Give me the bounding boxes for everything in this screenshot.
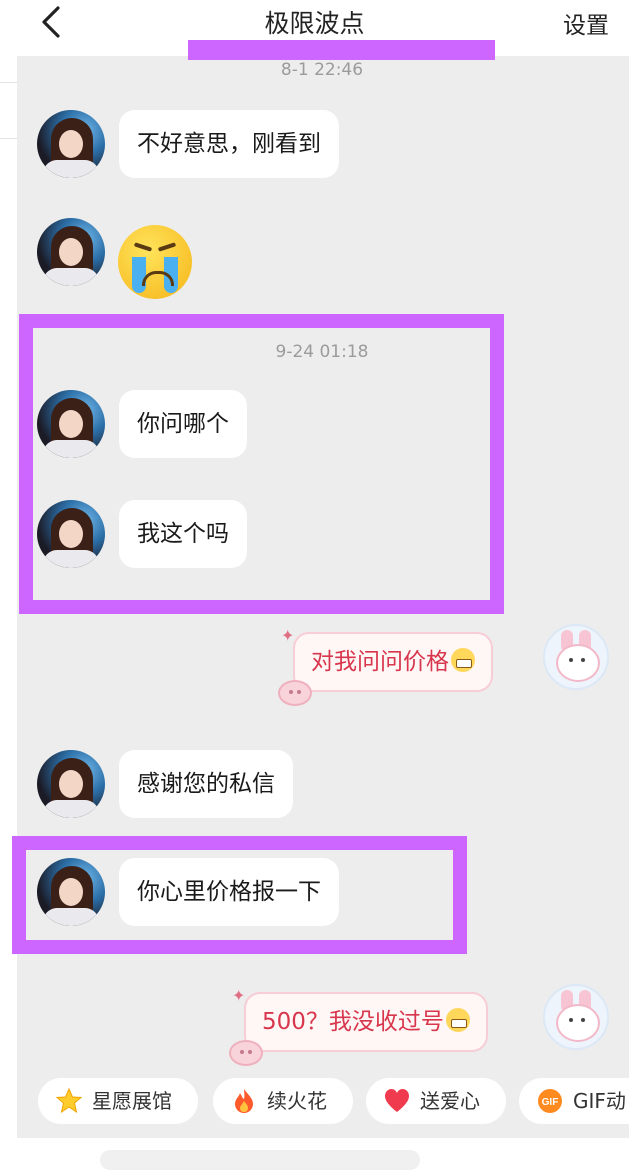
quick-action-bar: 星愿展馆 续火花 送爱心 GIF GIF动	[17, 1070, 629, 1132]
sparkle-icon: ✦	[232, 986, 246, 1005]
timestamp: 8-1 22:46	[280, 60, 364, 80]
grin-emoji-icon	[451, 648, 475, 672]
grin-emoji-icon	[445, 1008, 470, 1032]
crying-emoji-icon[interactable]	[118, 225, 192, 299]
annotation-box	[12, 836, 467, 954]
chat-title: 极限波点	[264, 9, 365, 38]
pig-sticker-icon	[229, 1040, 263, 1066]
quick-action-label: 星愿展馆	[92, 1089, 172, 1113]
contact-avatar[interactable]	[37, 750, 105, 818]
quick-action-label: 送爱心	[420, 1089, 480, 1113]
divider	[0, 138, 17, 139]
annotation-box	[19, 314, 504, 614]
message-bubble[interactable]: 不好意思，刚看到	[119, 110, 339, 178]
annotation-highlight-bar	[188, 40, 495, 60]
left-edge-panel	[0, 56, 17, 1160]
contact-avatar[interactable]	[37, 110, 105, 178]
fire-icon	[235, 1089, 253, 1113]
sent-message-text: 对我问问价格	[311, 649, 449, 675]
heart-icon	[385, 1089, 409, 1112]
quick-action-spark[interactable]: 续火花	[213, 1078, 353, 1124]
user-avatar[interactable]	[543, 984, 609, 1050]
star-icon	[56, 1088, 82, 1114]
quick-action-label: 续火花	[267, 1089, 327, 1113]
pig-sticker-icon	[278, 680, 312, 706]
sent-message-bubble[interactable]: 对我问问价格	[293, 632, 493, 692]
svg-text:GIF: GIF	[542, 1097, 559, 1108]
contact-avatar[interactable]	[37, 218, 105, 286]
divider	[0, 82, 17, 83]
sparkle-icon: ✦	[281, 626, 295, 645]
message-input[interactable]	[100, 1150, 420, 1170]
message-bubble[interactable]: 感谢您的私信	[119, 750, 293, 818]
quick-action-send-heart[interactable]: 送爱心	[366, 1078, 506, 1124]
sent-message-bubble[interactable]: 500？我没收过号	[244, 992, 488, 1052]
gif-icon: GIF	[538, 1089, 562, 1113]
quick-action-gif[interactable]: GIF GIF动	[519, 1078, 629, 1124]
user-avatar[interactable]	[543, 624, 609, 690]
quick-action-label: GIF动	[573, 1089, 626, 1113]
sent-message-text: 500？我没收过号	[262, 1009, 444, 1035]
settings-button[interactable]: 设置	[563, 6, 609, 40]
quick-action-star-gallery[interactable]: 星愿展馆	[38, 1078, 198, 1124]
